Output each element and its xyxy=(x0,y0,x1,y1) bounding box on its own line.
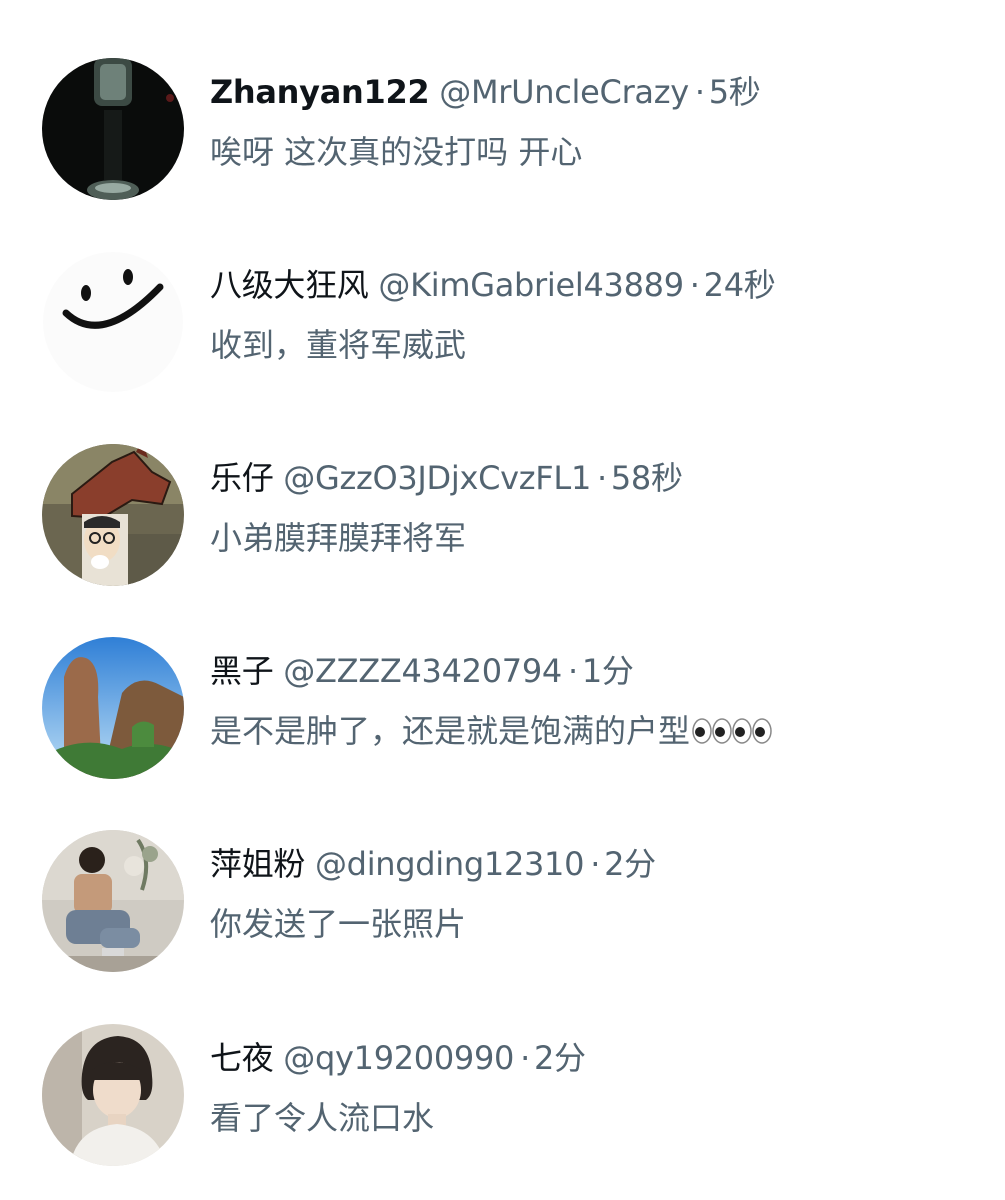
comment-header: 八级大狂风 @KimGabriel43889 · 24秒 xyxy=(210,265,776,305)
display-name[interactable]: 乐仔 xyxy=(210,459,274,497)
smiley-face-icon xyxy=(42,251,184,393)
user-handle[interactable]: @qy19200990 xyxy=(283,1039,514,1077)
avatar[interactable] xyxy=(42,830,184,972)
separator-dot: · xyxy=(597,459,607,497)
avatar[interactable] xyxy=(42,637,184,779)
eyes-emoji-icon xyxy=(692,713,772,757)
avatar[interactable] xyxy=(42,58,184,200)
avatar[interactable] xyxy=(42,444,184,586)
comment-row[interactable]: 萍姐粉 @dingding12310 · 2分 你发送了一张照片 xyxy=(0,830,1005,980)
separator-dot: · xyxy=(590,845,601,883)
comment-row[interactable]: 七夜 @qy19200990 · 2分 看了令人流口水 xyxy=(0,1024,1005,1174)
avatar[interactable] xyxy=(42,251,184,393)
display-name[interactable]: Zhanyan122 xyxy=(210,73,430,111)
avatar[interactable] xyxy=(42,1024,184,1166)
timestamp[interactable]: 58秒 xyxy=(611,459,683,497)
comment-text-body: 是不是肿了，还是就是饱满的户型 xyxy=(210,712,691,750)
user-handle[interactable]: @GzzO3JDjxCvzFL1 xyxy=(283,459,591,497)
comment-row[interactable]: 八级大狂风 @KimGabriel43889 · 24秒 收到，董将军威武 xyxy=(0,251,1005,401)
avatar-dark-icon xyxy=(42,58,184,200)
comment-header: 黑子 @ZZZZ43420794 · 1分 xyxy=(210,651,634,691)
comment-header: 乐仔 @GzzO3JDjxCvzFL1 · 58秒 xyxy=(210,458,683,498)
comment-text: 是不是肿了，还是就是饱满的户型 xyxy=(210,709,772,757)
timestamp[interactable]: 5秒 xyxy=(709,73,761,111)
cartoon-dog-avatar-icon xyxy=(42,444,184,586)
display-name[interactable]: 黑子 xyxy=(210,652,274,690)
comment-text: 小弟膜拜膜拜将军 xyxy=(210,519,467,557)
comment-text: 收到，董将军威武 xyxy=(210,326,467,364)
comment-row[interactable]: Zhanyan122 @MrUncleCrazy · 5秒 唉呀 这次真的没打吗 开… xyxy=(0,58,1005,208)
display-name[interactable]: 萍姐粉 xyxy=(210,845,305,883)
timestamp[interactable]: 1分 xyxy=(582,652,634,690)
separator-dot: · xyxy=(520,1039,530,1077)
comment-row[interactable]: 黑子 @ZZZZ43420794 · 1分 是不是肿了，还是就是饱满的户型 xyxy=(0,637,1005,787)
comment-text: 唉呀 这次真的没打吗 开心 xyxy=(210,133,583,171)
comment-text: 看了令人流口水 xyxy=(210,1099,435,1137)
comment-text: 你发送了一张照片 xyxy=(210,905,467,943)
user-handle[interactable]: @KimGabriel43889 xyxy=(378,266,684,304)
separator-dot: · xyxy=(694,73,705,111)
timestamp[interactable]: 2分 xyxy=(534,1039,586,1077)
timestamp[interactable]: 2分 xyxy=(604,845,656,883)
comment-list: Zhanyan122 @MrUncleCrazy · 5秒 唉呀 这次真的没打吗 开… xyxy=(0,0,1005,1200)
user-handle[interactable]: @dingding12310 xyxy=(315,845,585,883)
user-handle[interactable]: @MrUncleCrazy xyxy=(439,73,689,111)
comment-row[interactable]: 乐仔 @GzzO3JDjxCvzFL1 · 58秒 小弟膜拜膜拜将军 xyxy=(0,444,1005,594)
comment-header: 七夜 @qy19200990 · 2分 xyxy=(210,1038,586,1078)
timestamp[interactable]: 24秒 xyxy=(704,266,776,304)
comment-header: 萍姐粉 @dingding12310 · 2分 xyxy=(210,844,656,884)
display-name[interactable]: 八级大狂风 xyxy=(210,266,369,304)
comment-header: Zhanyan122 @MrUncleCrazy · 5秒 xyxy=(210,72,761,112)
user-handle[interactable]: @ZZZZ43420794 xyxy=(283,652,562,690)
portrait-photo-icon xyxy=(42,1024,184,1166)
separator-dot: · xyxy=(567,652,578,690)
person-sitting-photo-icon xyxy=(42,830,184,972)
mountain-landscape-icon xyxy=(42,637,184,779)
separator-dot: · xyxy=(689,266,700,304)
display-name[interactable]: 七夜 xyxy=(210,1039,274,1077)
